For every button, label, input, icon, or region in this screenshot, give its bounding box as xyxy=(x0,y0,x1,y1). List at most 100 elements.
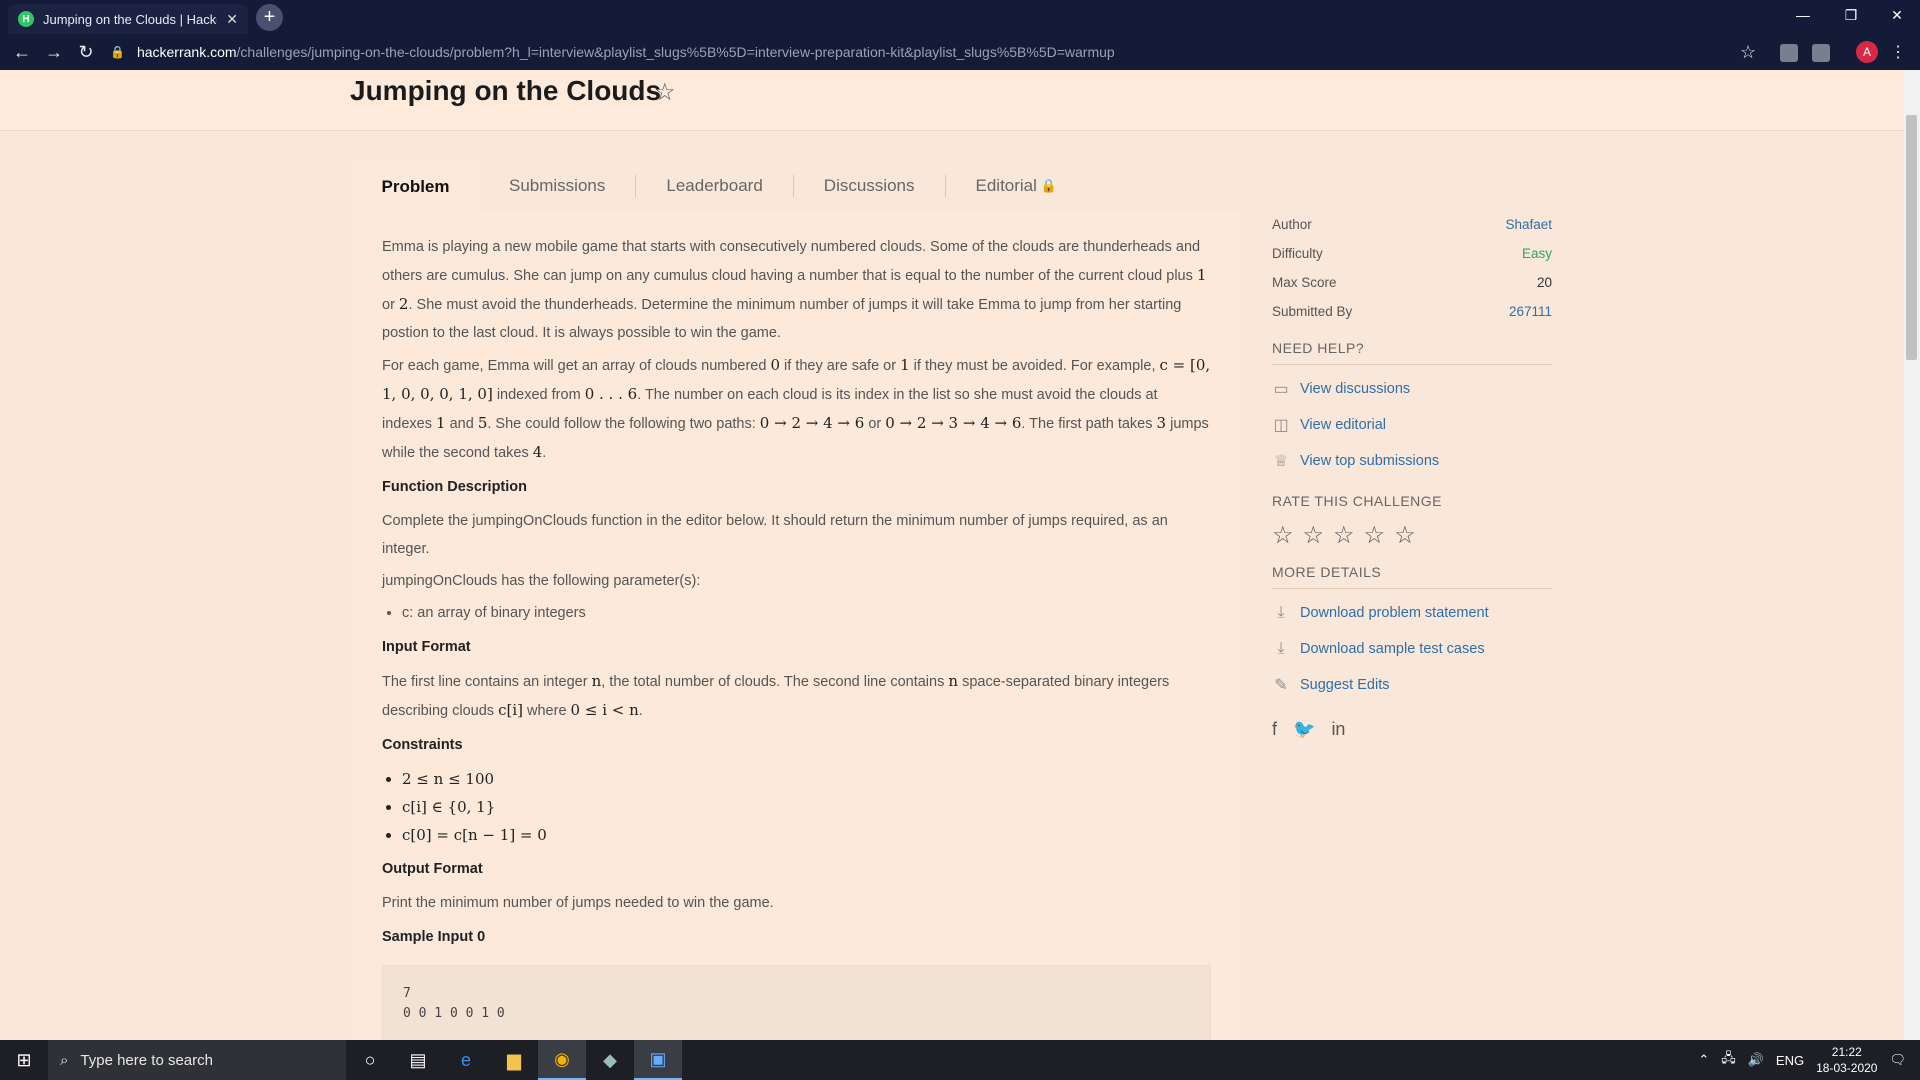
chrome-icon[interactable]: ◉ xyxy=(538,1040,586,1080)
code-line: 0 0 1 0 0 1 0 xyxy=(403,1006,505,1021)
tab-leaderboard[interactable]: Leaderboard xyxy=(636,175,794,197)
star-icon[interactable]: ☆ xyxy=(1333,521,1355,550)
pencil-icon: ✎ xyxy=(1274,677,1288,694)
star-icon[interactable]: ☆ xyxy=(1303,521,1325,550)
linkedin-icon[interactable]: in xyxy=(1331,719,1345,740)
code-line: 7 xyxy=(403,986,411,1001)
back-icon[interactable]: ← xyxy=(6,36,38,68)
extension-shield-icon[interactable] xyxy=(1812,44,1830,62)
star-icon[interactable]: ☆ xyxy=(1364,521,1386,550)
tab-problem[interactable]: Problem xyxy=(352,161,479,212)
notifications-icon[interactable]: 🗨 xyxy=(1889,1052,1906,1068)
math: c[i] xyxy=(498,701,523,719)
network-icon[interactable]: 🖧 xyxy=(1721,1049,1736,1071)
menu-dots-icon[interactable]: ⋮ xyxy=(1890,42,1906,62)
address-bar[interactable]: 🔒 hackerrank.com/challenges/jumping-on-t… xyxy=(110,37,1770,67)
list-item: 2 ≤ n ≤ 100 xyxy=(402,765,1211,793)
app-icon[interactable]: ◆ xyxy=(586,1040,634,1080)
twitter-icon[interactable]: 🐦 xyxy=(1293,719,1315,740)
text: . She must avoid the thunderheads. Deter… xyxy=(382,297,1182,341)
tab-close-icon[interactable]: ✕ xyxy=(226,11,238,28)
list-item: c[i] ∈ {0, 1} xyxy=(402,793,1211,821)
rating-stars: ☆ ☆ ☆ ☆ ☆ xyxy=(1272,521,1552,550)
link-label: Download problem statement xyxy=(1300,605,1489,621)
problem-statement: Emma is playing a new mobile game that s… xyxy=(352,211,1241,1040)
text: where xyxy=(522,703,571,719)
lock-icon: 🔒 xyxy=(1040,178,1058,193)
minimize-icon[interactable]: — xyxy=(1780,0,1826,30)
author-link[interactable]: Shafaet xyxy=(1505,217,1552,232)
clock-time: 21:22 xyxy=(1831,1045,1862,1059)
view-discussions-link[interactable]: ▭ View discussions xyxy=(1272,371,1552,407)
profile-avatar[interactable]: A xyxy=(1856,41,1878,63)
bookmark-challenge-star-icon[interactable]: ☆ xyxy=(654,78,676,107)
math: 0 ≤ i < n xyxy=(570,701,639,719)
browser-tab[interactable]: H Jumping on the Clouds | HackerRank ✕ xyxy=(8,4,248,34)
url-path: /challenges/jumping-on-the-clouds/proble… xyxy=(236,44,1115,60)
label: Submitted By xyxy=(1272,304,1353,319)
social-share: f 🐦 in xyxy=(1272,719,1552,740)
output-format-heading: Output Format xyxy=(382,861,483,877)
download-problem-link[interactable]: ⤓ Download problem statement xyxy=(1272,595,1552,631)
restore-icon[interactable]: ❐ xyxy=(1828,0,1874,30)
example-paragraph: For each game, Emma will get an array of… xyxy=(382,351,1211,467)
language-indicator[interactable]: ENG xyxy=(1776,1053,1804,1068)
submitted-by-link[interactable]: 267111 xyxy=(1509,304,1552,319)
close-window-icon[interactable]: ✕ xyxy=(1874,0,1920,30)
volume-icon[interactable]: 🔊 xyxy=(1748,1052,1764,1068)
download-testcases-link[interactable]: ⤓ Download sample test cases xyxy=(1272,631,1552,667)
tab-submissions[interactable]: Submissions xyxy=(479,175,637,197)
constraints-list: 2 ≤ n ≤ 100 c[i] ∈ {0, 1} c[0] = c[n − 1… xyxy=(382,765,1211,849)
link-label: View editorial xyxy=(1300,417,1386,433)
need-help-heading: NEED HELP? xyxy=(1272,340,1552,365)
text: The first line contains an integer xyxy=(382,674,592,690)
view-editorial-link[interactable]: ◫ View editorial xyxy=(1272,407,1552,443)
text: , the total number of clouds. The second… xyxy=(601,674,949,690)
tab-editorial[interactable]: Editorial 🔒 xyxy=(946,175,1088,197)
math: 3 xyxy=(1156,414,1167,432)
tray-chevron-icon[interactable]: ⌃ xyxy=(1698,1052,1709,1068)
new-tab-button[interactable]: + xyxy=(256,4,283,31)
windows-start-icon[interactable]: ⊞ xyxy=(0,1040,48,1080)
facebook-icon[interactable]: f xyxy=(1272,719,1277,740)
sample-input-code: 7 0 0 1 0 0 1 0 xyxy=(382,965,1211,1040)
label: Max Score xyxy=(1272,275,1337,290)
math: n xyxy=(948,672,959,690)
clock-date: 18-03-2020 xyxy=(1816,1061,1878,1075)
download-icon: ⤓ xyxy=(1277,604,1285,621)
list-item: c[0] = c[n − 1] = 0 xyxy=(402,821,1211,849)
math: 0 xyxy=(770,356,781,374)
bookmark-star-icon[interactable]: ☆ xyxy=(1740,42,1756,63)
taskbar-clock[interactable]: 21:22 18-03-2020 xyxy=(1816,1044,1877,1076)
difficulty-row: Difficulty Easy xyxy=(1272,239,1552,268)
rate-heading: RATE THIS CHALLENGE xyxy=(1272,493,1443,509)
taskbar-search[interactable]: ⌕ Type here to search xyxy=(48,1040,346,1080)
extension-icon[interactable] xyxy=(1780,44,1798,62)
scrollbar-thumb[interactable] xyxy=(1906,115,1917,360)
challenge-header: Jumping on the Clouds ☆ xyxy=(0,70,1904,131)
function-description: Complete the jumpingOnClouds function in… xyxy=(382,513,1168,557)
dev-cpp-icon[interactable]: ▣ xyxy=(634,1040,682,1080)
star-icon[interactable]: ☆ xyxy=(1272,521,1294,550)
more-details-heading: MORE DETAILS xyxy=(1272,564,1552,589)
suggest-edits-link[interactable]: ✎ Suggest Edits xyxy=(1272,667,1552,703)
star-icon[interactable]: ☆ xyxy=(1394,521,1416,550)
author-row: Author Shafaet xyxy=(1272,210,1552,239)
browser-tab-strip: H Jumping on the Clouds | HackerRank ✕ +… xyxy=(0,0,1920,34)
browser-toolbar: ← → ↻ 🔒 hackerrank.com/challenges/jumpin… xyxy=(0,34,1920,70)
text: and xyxy=(445,416,478,432)
forward-icon[interactable]: → xyxy=(38,36,70,68)
tab-discussions[interactable]: Discussions xyxy=(794,175,946,197)
link-label: Download sample test cases xyxy=(1300,641,1485,657)
file-explorer-icon[interactable]: ▆ xyxy=(490,1040,538,1080)
text: or xyxy=(382,297,399,313)
trophy-icon: ♕ xyxy=(1273,453,1289,470)
cortana-icon[interactable]: ○ xyxy=(346,1040,394,1080)
task-view-icon[interactable]: ▤ xyxy=(394,1040,442,1080)
view-top-submissions-link[interactable]: ♕ View top submissions xyxy=(1272,443,1552,479)
label: Author xyxy=(1272,217,1312,232)
math: 4 xyxy=(532,443,543,461)
edge-icon[interactable]: e xyxy=(442,1040,490,1080)
reload-icon[interactable]: ↻ xyxy=(70,36,102,68)
constraints-heading: Constraints xyxy=(382,737,463,753)
